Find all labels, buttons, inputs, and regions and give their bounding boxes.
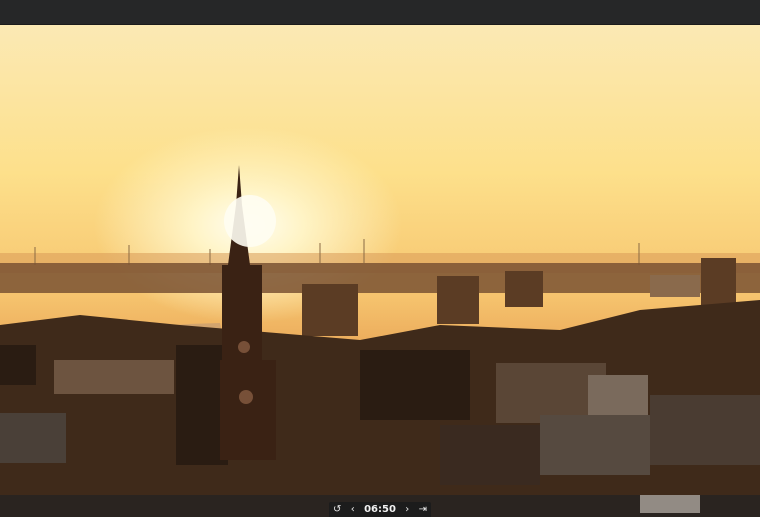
playback-controls: ↺ ‹ 06:50 › ⇥ <box>329 502 431 517</box>
city-skyline-scene <box>0 165 760 517</box>
timestamp: 06:50 <box>364 504 396 515</box>
top-bar <box>0 0 760 25</box>
chevron-right-icon[interactable]: › <box>405 502 409 517</box>
video-frame[interactable] <box>0 25 760 517</box>
chevron-left-icon[interactable]: ‹ <box>351 502 355 517</box>
loop-icon[interactable]: ↺ <box>333 502 341 517</box>
skip-end-icon[interactable]: ⇥ <box>419 502 427 517</box>
